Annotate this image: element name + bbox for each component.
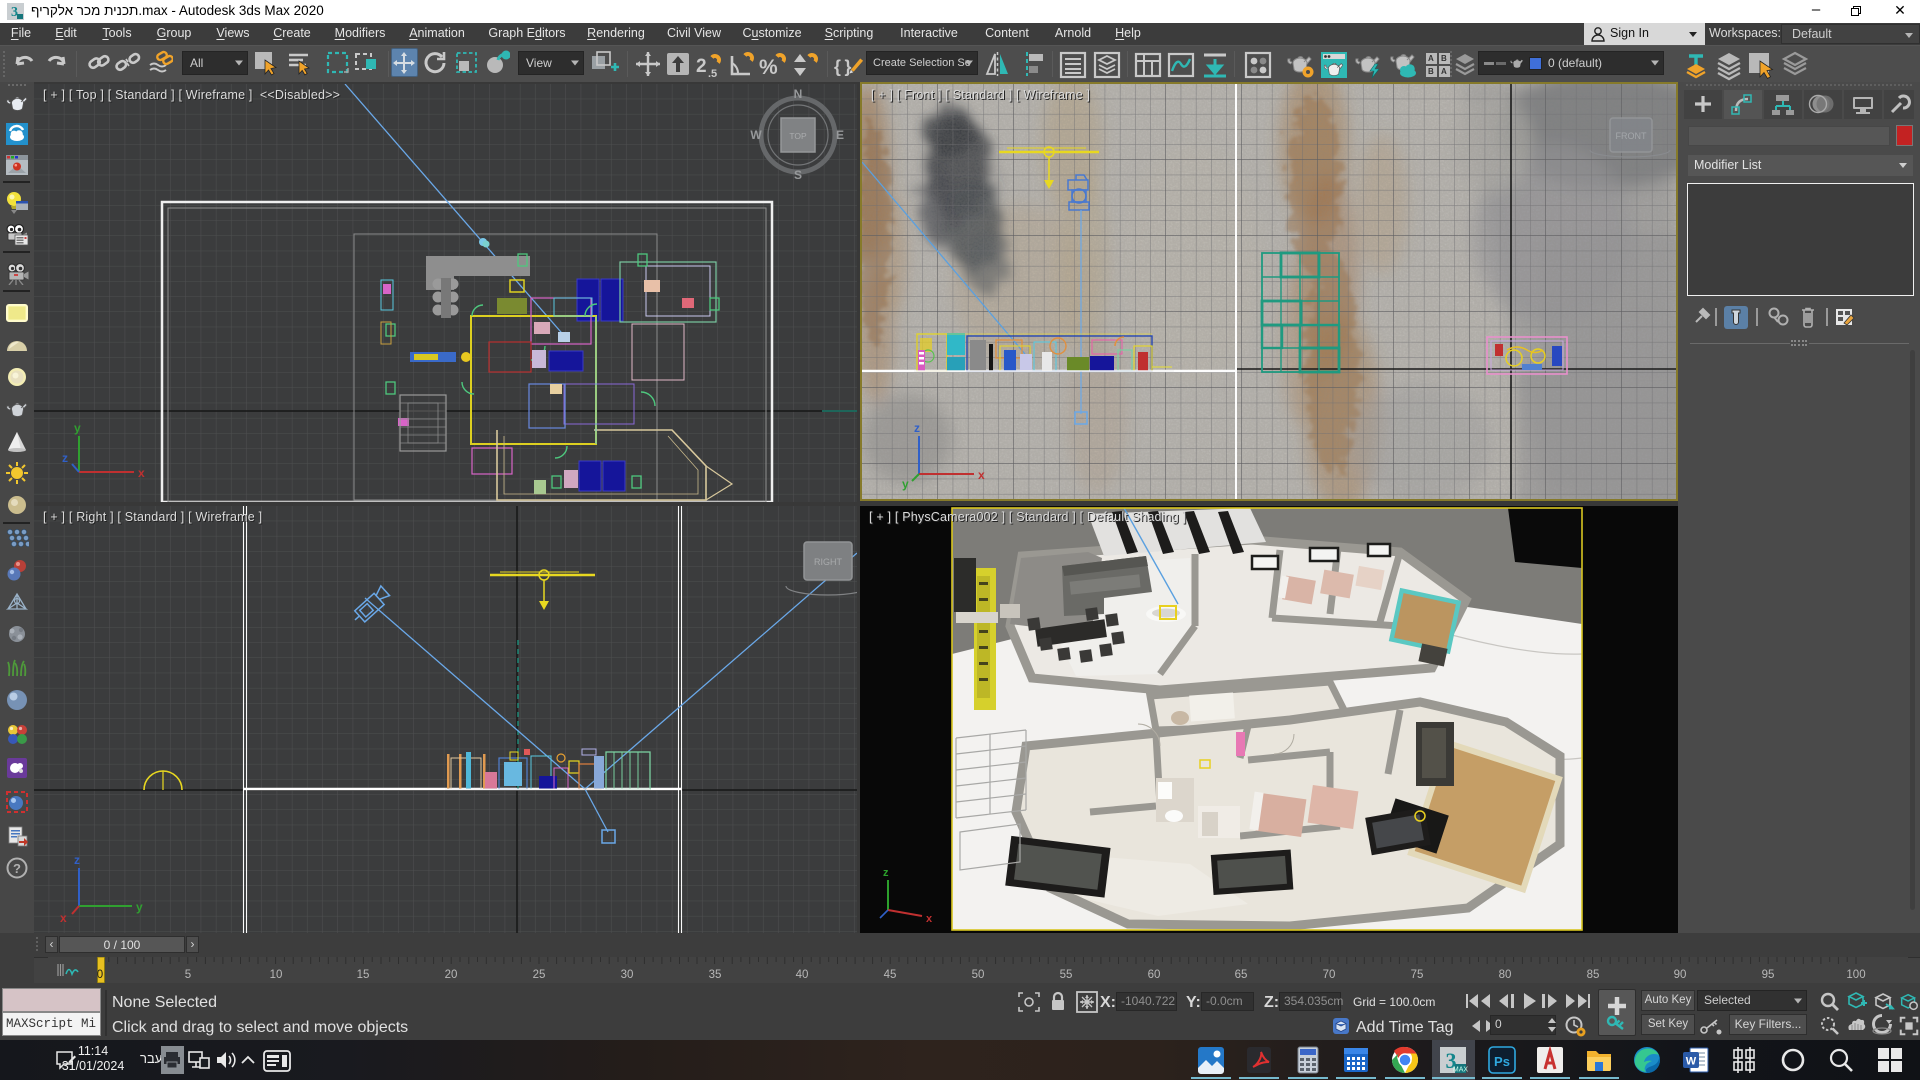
svg-text:x: x [926,913,933,925]
svg-text:?: ? [13,861,21,876]
svg-text:TOP: TOP [789,131,807,141]
svg-text:N: N [794,87,803,101]
svg-text:Ps: Ps [1494,1054,1510,1069]
svg-text:z: z [883,867,889,879]
svg-text:x: x [138,466,145,480]
svg-text:y: y [902,477,909,491]
svg-text:2: 2 [696,56,707,77]
svg-text:W: W [750,128,762,142]
svg-text:x: x [60,911,67,925]
svg-text:y: y [74,421,81,435]
svg-text:E: E [836,128,844,142]
svg-text:3: 3 [11,5,18,20]
svg-text:FRONT: FRONT [1616,131,1647,141]
svg-text:z: z [62,451,68,465]
svg-text:A: A [1428,54,1434,63]
svg-text:B: B [1441,54,1447,63]
svg-text:MAX: MAX [1453,1067,1469,1074]
svg-text:z: z [74,853,80,867]
svg-text:B: B [1428,67,1434,76]
svg-text:{ }: { } [834,57,851,77]
svg-text:RIGHT: RIGHT [814,557,843,567]
svg-text:.5: .5 [708,68,717,80]
svg-text:S: S [794,168,802,182]
svg-text:z: z [914,421,920,435]
svg-text:W: W [1686,1056,1697,1068]
svg-text:x: x [978,468,985,482]
svg-text:y: y [136,900,143,914]
svg-text:A: A [1441,67,1447,76]
svg-text:%: % [759,56,778,79]
